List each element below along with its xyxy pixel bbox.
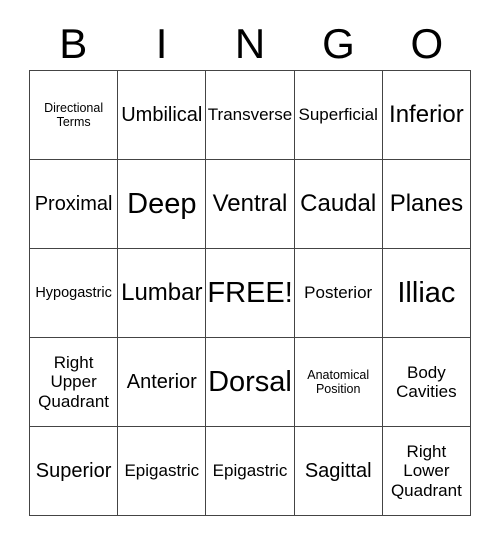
bingo-cell[interactable]: Epigastric (118, 427, 207, 516)
bingo-cell[interactable]: Right Lower Quadrant (382, 427, 471, 516)
bingo-cell[interactable]: Anatomical Position (294, 338, 383, 427)
bingo-cell[interactable]: Transverse (206, 71, 295, 160)
bingo-cell-label: Hypogastric (35, 284, 112, 301)
bingo-cell[interactable]: Inferior (382, 71, 471, 160)
bingo-cell-label: Ventral (212, 189, 288, 217)
bingo-cell-label: Superficial (298, 105, 378, 125)
bingo-cell-label: Inferior (389, 100, 464, 128)
header-letter-text: I (155, 20, 168, 67)
bingo-cell-label: Illiac (397, 276, 456, 309)
bingo-cell[interactable]: Anterior (118, 338, 207, 427)
bingo-cell[interactable]: Planes (382, 160, 471, 249)
bingo-card: B I N G O Directional Terms Umbilical Tr… (0, 0, 500, 544)
bingo-cell[interactable]: Posterior (294, 249, 383, 338)
bingo-cell-label: Anterior (126, 370, 197, 393)
bingo-cell[interactable]: Superior (30, 427, 119, 516)
bingo-cell[interactable]: Epigastric (206, 427, 295, 516)
bingo-cell-label: Right Upper Quadrant (38, 353, 110, 411)
bingo-cell[interactable]: Ventral (206, 160, 295, 249)
bingo-header-letter-o: O (383, 18, 471, 70)
bingo-header-letter-g: G (294, 18, 382, 70)
bingo-cell-label: Superior (35, 459, 112, 482)
bingo-cell[interactable]: Lumbar (118, 249, 207, 338)
bingo-header-letter-n: N (206, 18, 294, 70)
bingo-cell-label: Right Lower Quadrant (390, 442, 462, 500)
bingo-cell[interactable]: Superficial (294, 71, 383, 160)
bingo-cell-label: Lumbar (121, 278, 203, 306)
bingo-cell-label: Transverse (207, 105, 293, 125)
bingo-cell-label: Epigastric (124, 461, 200, 481)
header-letter-text: N (234, 20, 266, 67)
bingo-header-letter-b: B (29, 18, 117, 70)
bingo-cell-label: Body Cavities (396, 362, 457, 401)
bingo-cell-label: Deep (127, 187, 197, 220)
bingo-cell[interactable]: Proximal (30, 160, 119, 249)
bingo-cell-free-space[interactable]: FREE! (206, 249, 295, 338)
bingo-cell-label: Caudal (300, 189, 377, 217)
bingo-cell-label: Proximal (34, 192, 113, 215)
bingo-cell[interactable]: Directional Terms (30, 71, 119, 160)
bingo-cell-label: Epigastric (212, 461, 288, 481)
bingo-header-letter-i: I (117, 18, 205, 70)
bingo-cell-label: Umbilical (121, 103, 203, 126)
bingo-cell[interactable]: Dorsal (206, 338, 295, 427)
bingo-grid: Directional Terms Umbilical Transverse S… (29, 70, 471, 516)
bingo-cell-label: Dorsal (208, 365, 292, 398)
header-letter-text: B (59, 20, 88, 67)
header-letter-text: O (410, 20, 444, 67)
bingo-cell-label: FREE! (207, 276, 293, 309)
bingo-cell[interactable]: Right Upper Quadrant (30, 338, 119, 427)
bingo-cell[interactable]: Body Cavities (382, 338, 471, 427)
bingo-cell[interactable]: Caudal (294, 160, 383, 249)
bingo-cell[interactable]: Illiac (382, 249, 471, 338)
bingo-cell-label: Anatomical Position (307, 368, 370, 396)
bingo-cell[interactable]: Deep (118, 160, 207, 249)
bingo-cell-label: Sagittal (304, 459, 372, 482)
bingo-header-row: B I N G O (29, 18, 471, 70)
bingo-cell-label: Posterior (304, 283, 373, 303)
bingo-cell-label: Directional Terms (44, 101, 104, 129)
bingo-cell[interactable]: Umbilical (118, 71, 207, 160)
bingo-cell-label: Planes (389, 189, 464, 217)
header-letter-text: G (322, 20, 355, 67)
bingo-cell[interactable]: Hypogastric (30, 249, 119, 338)
bingo-cell[interactable]: Sagittal (294, 427, 383, 516)
